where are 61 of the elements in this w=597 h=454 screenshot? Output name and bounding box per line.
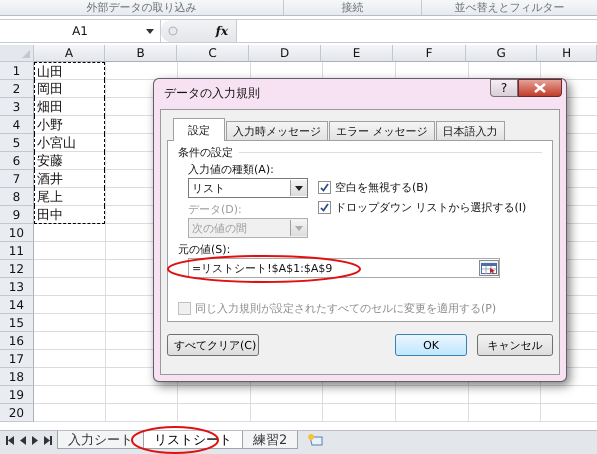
table-cell: 尾上 bbox=[34, 188, 106, 206]
row-header[interactable]: 2 bbox=[0, 80, 34, 98]
ok-button[interactable]: OK bbox=[395, 334, 467, 356]
row-header[interactable]: 1 bbox=[0, 62, 34, 80]
dialog-tab[interactable]: エラー メッセージ bbox=[329, 121, 434, 140]
allow-dropdown[interactable]: リスト bbox=[188, 178, 308, 198]
row-header[interactable]: 18 bbox=[0, 368, 34, 386]
table-cell: 畑田 bbox=[34, 98, 106, 116]
row-header[interactable]: 5 bbox=[0, 134, 34, 152]
field-label: 入力値の種類(A): bbox=[188, 162, 274, 177]
field-label: データ(D): bbox=[188, 202, 242, 217]
section-title: 条件の設定 bbox=[178, 145, 233, 160]
row-header[interactable]: 16 bbox=[0, 332, 34, 350]
field-label: 元の値(S): bbox=[178, 242, 230, 257]
clear-all-button[interactable]: すべてクリア(C) bbox=[167, 334, 259, 356]
row-header[interactable]: 20 bbox=[0, 404, 34, 422]
table-cell: 小宮山 bbox=[34, 134, 106, 152]
row-header[interactable]: 15 bbox=[0, 314, 34, 332]
column-header[interactable]: G bbox=[466, 45, 538, 62]
checkbox-label: 同じ入力規則が設定されたすべてのセルに変更を適用する(P) bbox=[195, 300, 496, 316]
dialog-tab[interactable]: 入力時メッセージ bbox=[226, 121, 328, 140]
row-header[interactable]: 11 bbox=[0, 242, 34, 260]
column-header[interactable]: B bbox=[105, 45, 177, 62]
dialog-title: データの入力規則 bbox=[164, 85, 260, 102]
row-header[interactable]: 19 bbox=[0, 386, 34, 404]
sheet-tab[interactable]: 入力シート bbox=[57, 431, 144, 449]
column-header[interactable]: D bbox=[249, 45, 321, 62]
sheet-tab[interactable]: 練習2 bbox=[242, 431, 298, 449]
ribbon-group-label: 外部データの取り込み bbox=[86, 0, 196, 15]
column-header[interactable]: A bbox=[34, 45, 106, 62]
row-header[interactable]: 7 bbox=[0, 170, 34, 188]
row-header[interactable]: 4 bbox=[0, 116, 34, 134]
table-cell: 安藤 bbox=[34, 152, 106, 170]
insert-function-button[interactable]: fx bbox=[216, 24, 228, 38]
cancel-button[interactable]: キャンセル bbox=[477, 334, 553, 356]
row-header[interactable]: 12 bbox=[0, 260, 34, 278]
dialog-tab[interactable]: 設定 bbox=[173, 118, 225, 141]
column-header[interactable]: E bbox=[320, 45, 394, 62]
column-header[interactable]: F bbox=[393, 45, 466, 62]
row-header[interactable]: 6 bbox=[0, 152, 34, 170]
row-header[interactable]: 3 bbox=[0, 98, 34, 116]
row-header[interactable]: 17 bbox=[0, 350, 34, 368]
source-field[interactable]: =リストシート!$A$1:$A$9 bbox=[188, 258, 500, 278]
row-header[interactable]: 13 bbox=[0, 278, 34, 296]
ribbon-group-label: 並べ替えとフィルター bbox=[454, 0, 564, 15]
ribbon-group-label: 接続 bbox=[342, 0, 364, 15]
row-header[interactable]: 10 bbox=[0, 224, 34, 242]
row-header[interactable]: 9 bbox=[0, 206, 34, 224]
checkbox-label: ドロップダウン リストから選択する(I) bbox=[335, 200, 526, 214]
checkbox-label: 空白を無視する(B) bbox=[335, 180, 428, 194]
column-header[interactable]: C bbox=[176, 45, 250, 62]
table-cell: 酒井 bbox=[34, 170, 106, 188]
row-header[interactable]: 8 bbox=[0, 188, 34, 206]
table-cell: 岡田 bbox=[34, 80, 106, 98]
column-header[interactable]: H bbox=[537, 45, 597, 62]
table-cell: 山田 bbox=[34, 62, 106, 80]
help-button[interactable]: ? bbox=[490, 79, 518, 97]
row-header[interactable]: 14 bbox=[0, 296, 34, 314]
table-cell: 田中 bbox=[34, 206, 106, 224]
table-cell: 小野 bbox=[34, 116, 106, 134]
dialog-tab[interactable]: 日本語入力 bbox=[436, 121, 504, 140]
